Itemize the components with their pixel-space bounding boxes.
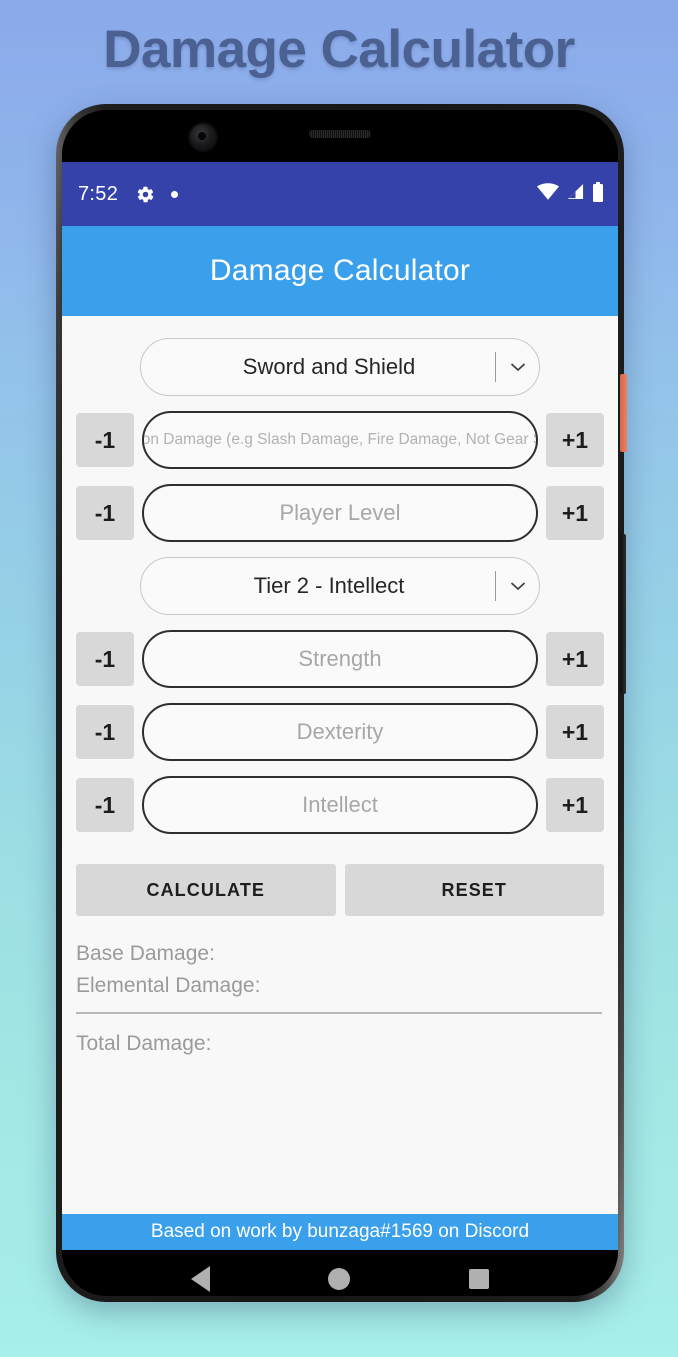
camera-lens-icon: [190, 124, 216, 150]
wifi-icon: [537, 183, 559, 205]
weapon-select-row: Sword and Shield: [62, 338, 618, 396]
weapon-damage-decrement-button[interactable]: -1: [76, 413, 134, 467]
calculate-button[interactable]: CALCULATE: [76, 864, 336, 916]
app-bar-title: Damage Calculator: [209, 254, 471, 287]
dexterity-increment-button[interactable]: +1: [546, 705, 604, 759]
earpiece-speaker-icon: [309, 130, 371, 138]
weapon-damage-increment-button[interactable]: +1: [546, 413, 604, 467]
reset-button[interactable]: RESET: [344, 864, 604, 916]
android-navigation-bar: [62, 1250, 618, 1296]
status-bar-clock: 7:52: [78, 182, 119, 205]
tier-select-row: Tier 2 - Intellect: [62, 557, 618, 615]
strength-input[interactable]: Strength: [142, 630, 538, 688]
player-level-placeholder: Player Level: [279, 500, 401, 525]
results-panel: Base Damage: Elemental Damage: Total Dam…: [62, 916, 618, 1214]
page-title: Damage Calculator: [103, 20, 575, 79]
app-screen: 7:52 Damage Calculator Sword and Shield …: [62, 162, 618, 1250]
dexterity-row: -1 Dexterity +1: [62, 703, 618, 761]
footer-credit-text: Based on work by bunzaga#1569 on Discord: [150, 1221, 530, 1242]
app-content: Sword and Shield -1 Weapon Damage (e.g S…: [62, 316, 618, 1214]
intellect-decrement-button[interactable]: -1: [76, 778, 134, 832]
base-damage-result: Base Damage:: [76, 942, 215, 965]
action-buttons: CALCULATE RESET: [62, 849, 618, 916]
strength-placeholder: Strength: [298, 646, 382, 671]
chevron-down-icon: [495, 571, 539, 601]
tier-select[interactable]: Tier 2 - Intellect: [140, 557, 540, 615]
status-bar: 7:52: [62, 162, 618, 226]
intellect-input[interactable]: Intellect: [142, 776, 538, 834]
strength-increment-button[interactable]: +1: [546, 632, 604, 686]
intellect-row: -1 Intellect +1: [62, 776, 618, 834]
cellular-signal-icon: [566, 183, 585, 205]
power-button[interactable]: [620, 374, 627, 452]
player-level-decrement-button[interactable]: -1: [76, 486, 134, 540]
player-level-row: -1 Player Level +1: [62, 484, 618, 542]
weapon-damage-row: -1 Weapon Damage (e.g Slash Damage, Fire…: [62, 411, 618, 469]
elemental-damage-result: Elemental Damage:: [76, 973, 261, 997]
player-level-increment-button[interactable]: +1: [546, 486, 604, 540]
player-level-input[interactable]: Player Level: [142, 484, 538, 542]
chevron-down-icon: [495, 352, 539, 382]
home-circle-icon[interactable]: [328, 1268, 351, 1290]
dexterity-placeholder: Dexterity: [296, 719, 384, 744]
dexterity-input[interactable]: Dexterity: [142, 703, 538, 761]
total-damage-result: Total Damage:: [76, 1031, 212, 1055]
recents-square-icon[interactable]: [468, 1269, 489, 1289]
strength-row: -1 Strength +1: [62, 630, 618, 688]
battery-icon: [592, 181, 604, 207]
intellect-increment-button[interactable]: +1: [546, 778, 604, 832]
back-triangle-icon[interactable]: [191, 1266, 211, 1292]
status-bar-system-icons: [537, 181, 604, 207]
gear-icon: [136, 185, 155, 204]
weapon-damage-placeholder: Weapon Damage (e.g Slash Damage, Fire Da…: [142, 431, 536, 448]
weapon-select[interactable]: Sword and Shield: [140, 338, 540, 396]
phone-screen-bezel: 7:52 Damage Calculator Sword and Shield …: [62, 110, 618, 1296]
dot-indicator-icon: [171, 190, 179, 198]
weapon-select-value: Sword and Shield: [242, 354, 416, 379]
dexterity-decrement-button[interactable]: -1: [76, 705, 134, 759]
phone-device-frame: 7:52 Damage Calculator Sword and Shield …: [56, 104, 627, 1302]
intellect-placeholder: Intellect: [302, 792, 378, 817]
app-bar: Damage Calculator: [62, 226, 618, 316]
phone-top-bezel: [62, 110, 618, 162]
weapon-damage-input[interactable]: Weapon Damage (e.g Slash Damage, Fire Da…: [142, 411, 538, 469]
volume-rocker[interactable]: [620, 534, 626, 694]
strength-decrement-button[interactable]: -1: [76, 632, 134, 686]
footer-bar: Based on work by bunzaga#1569 on Discord: [62, 1214, 618, 1250]
tier-select-value: Tier 2 - Intellect: [253, 573, 405, 598]
results-divider: [76, 1011, 602, 1014]
